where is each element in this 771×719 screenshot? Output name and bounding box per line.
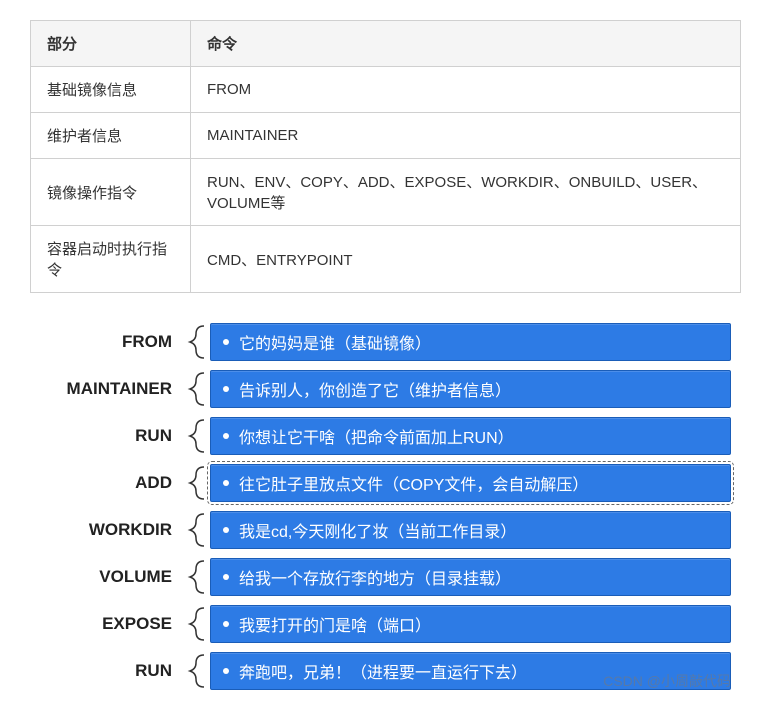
table-row: 镜像操作指令 RUN、ENV、COPY、ADD、EXPOSE、WORKDIR、O… [31,159,741,226]
docker-diagram: FROM 它的妈妈是谁（基础镜像） MAINTAINER 告诉别人，你创造了它（… [30,323,741,690]
diagram-desc-box: 我是cd,今天刚化了妆（当前工作目录） [210,511,731,549]
bullet-icon [223,668,229,674]
table-row: 维护者信息 MAINTAINER [31,113,741,159]
diagram-desc-box: 你想让它干啥（把命令前面加上RUN） [210,417,731,455]
diagram-row: RUN 你想让它干啥（把命令前面加上RUN） [30,417,731,455]
diagram-desc-box: 我要打开的门是啥（端口） [210,605,731,643]
brace-icon [180,324,210,360]
diagram-row: RUN 奔跑吧，兄弟！（进程要一直运行下去） [30,652,731,690]
bullet-icon [223,433,229,439]
diagram-row: VOLUME 给我一个存放行李的地方（目录挂载） [30,558,731,596]
brace-icon [180,653,210,689]
diagram-label: RUN [30,426,180,446]
diagram-desc-box: 往它肚子里放点文件（COPY文件，会自动解压） [210,464,731,502]
bullet-icon [223,480,229,486]
diagram-label: VOLUME [30,567,180,587]
bullet-icon [223,386,229,392]
diagram-row: WORKDIR 我是cd,今天刚化了妆（当前工作目录） [30,511,731,549]
cell-part: 容器启动时执行指令 [31,226,191,293]
brace-icon [180,606,210,642]
diagram-label: MAINTAINER [30,379,180,399]
brace-icon [180,559,210,595]
docker-commands-table: 部分 命令 基础镜像信息 FROM 维护者信息 MAINTAINER 镜像操作指… [30,20,741,293]
diagram-label: WORKDIR [30,520,180,540]
bullet-icon [223,527,229,533]
diagram-desc: 我是cd,今天刚化了妆（当前工作目录） [239,518,516,542]
diagram-desc: 告诉别人，你创造了它（维护者信息） [239,377,511,401]
diagram-row: MAINTAINER 告诉别人，你创造了它（维护者信息） [30,370,731,408]
table-header-cmd: 命令 [191,21,741,67]
diagram-label: EXPOSE [30,614,180,634]
diagram-label: FROM [30,332,180,352]
bullet-icon [223,339,229,345]
cell-cmd: MAINTAINER [191,113,741,159]
cell-cmd: FROM [191,67,741,113]
diagram-row: FROM 它的妈妈是谁（基础镜像） [30,323,731,361]
diagram-desc-box: 奔跑吧，兄弟！（进程要一直运行下去） [210,652,731,690]
diagram-desc-box: 它的妈妈是谁（基础镜像） [210,323,731,361]
diagram-row: ADD 往它肚子里放点文件（COPY文件，会自动解压） [30,464,731,502]
brace-icon [180,512,210,548]
brace-icon [180,418,210,454]
diagram-row: EXPOSE 我要打开的门是啥（端口） [30,605,731,643]
table-header-part: 部分 [31,21,191,67]
cell-cmd: CMD、ENTRYPOINT [191,226,741,293]
table-row: 容器启动时执行指令 CMD、ENTRYPOINT [31,226,741,293]
bullet-icon [223,621,229,627]
brace-icon [180,465,210,501]
cell-part: 基础镜像信息 [31,67,191,113]
diagram-label: RUN [30,661,180,681]
diagram-desc-box: 给我一个存放行李的地方（目录挂载） [210,558,731,596]
bullet-icon [223,574,229,580]
cell-part: 镜像操作指令 [31,159,191,226]
diagram-label: ADD [30,473,180,493]
table-row: 基础镜像信息 FROM [31,67,741,113]
diagram-desc: 给我一个存放行李的地方（目录挂载） [239,565,511,589]
diagram-desc: 它的妈妈是谁（基础镜像） [239,330,431,354]
diagram-desc: 奔跑吧，兄弟！（进程要一直运行下去） [239,659,527,683]
diagram-desc: 你想让它干啥（把命令前面加上RUN） [239,424,514,448]
diagram-desc: 我要打开的门是啥（端口） [239,612,431,636]
diagram-desc: 往它肚子里放点文件（COPY文件，会自动解压） [239,471,588,495]
cell-part: 维护者信息 [31,113,191,159]
brace-icon [180,371,210,407]
cell-cmd: RUN、ENV、COPY、ADD、EXPOSE、WORKDIR、ONBUILD、… [191,159,741,226]
diagram-desc-box: 告诉别人，你创造了它（维护者信息） [210,370,731,408]
